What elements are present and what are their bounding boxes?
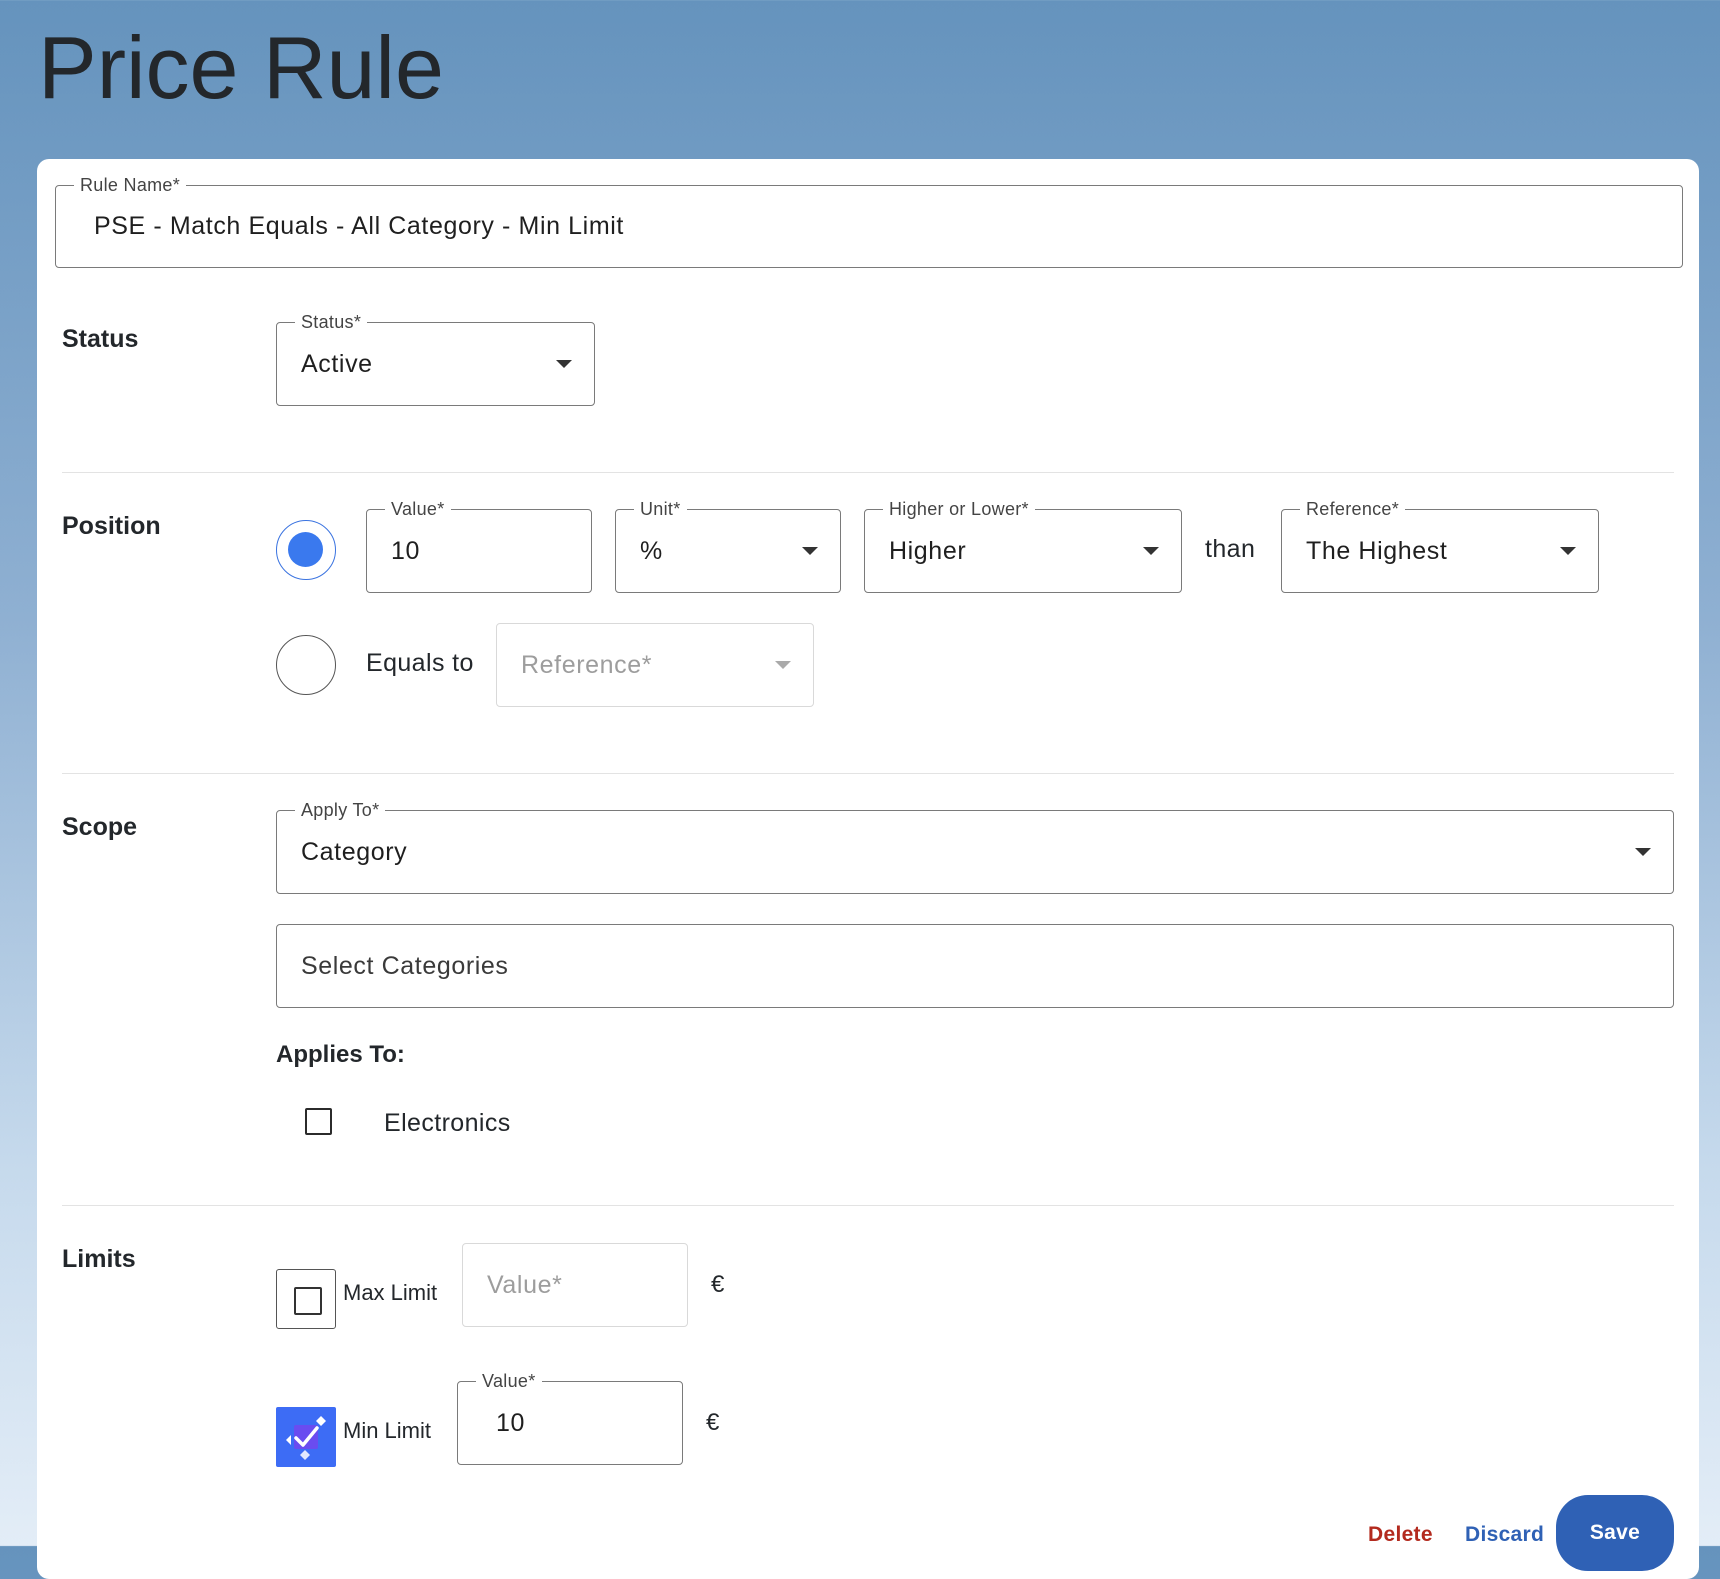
divider: [62, 1205, 1674, 1206]
price-rule-form: Rule Name* PSE - Match Equals - All Cate…: [37, 159, 1699, 1579]
min-limit-value: 10: [496, 1408, 526, 1437]
position-heading: Position: [62, 512, 161, 540]
reference-select-value: The Highest: [1306, 536, 1448, 565]
position-option-equals-radio[interactable]: [276, 635, 336, 695]
higher-lower-select[interactable]: Higher or Lower* Higher: [864, 498, 1182, 593]
max-limit-label: Max Limit: [343, 1280, 438, 1305]
chevron-down-icon: [775, 661, 791, 669]
position-value-input[interactable]: Value* 10: [366, 498, 592, 593]
equals-reference-placeholder: Reference*: [521, 650, 653, 679]
position-value-value: 10: [391, 536, 421, 565]
apply-to-value: Category: [301, 837, 408, 866]
save-button[interactable]: Save: [1556, 1495, 1674, 1571]
unit-select[interactable]: Unit* %: [615, 498, 841, 593]
discard-button[interactable]: Discard: [1465, 1523, 1544, 1547]
rule-name-value: PSE - Match Equals - All Category - Min …: [94, 212, 624, 240]
than-text: than: [1205, 535, 1256, 563]
max-limit-currency: €: [711, 1271, 725, 1298]
scope-heading: Scope: [62, 813, 138, 841]
reference-select[interactable]: Reference* The Highest: [1281, 498, 1599, 593]
min-limit-label: Min Limit: [343, 1418, 432, 1443]
equals-to-label: Equals to: [366, 649, 474, 677]
select-categories-placeholder: Select Categories: [301, 951, 509, 980]
rule-name-field[interactable]: Rule Name* PSE - Match Equals - All Cate…: [55, 174, 1683, 268]
page-title: Price Rule: [38, 18, 444, 117]
max-limit-checkbox[interactable]: [276, 1269, 336, 1329]
chevron-down-icon: [1635, 848, 1651, 856]
electronics-checkbox[interactable]: [305, 1108, 332, 1135]
chevron-down-icon: [802, 547, 818, 555]
limits-heading: Limits: [62, 1245, 136, 1273]
status-heading: Status: [62, 325, 139, 353]
position-option-value-radio[interactable]: [276, 520, 336, 580]
min-limit-currency: €: [706, 1409, 720, 1436]
save-button-label: Save: [1589, 1521, 1641, 1544]
status-select[interactable]: Status* Active: [276, 311, 595, 406]
divider: [62, 472, 1674, 473]
max-limit-value-input[interactable]: Value*: [462, 1243, 688, 1327]
apply-to-select[interactable]: Apply To* Category: [276, 799, 1674, 894]
equals-reference-select[interactable]: Reference*: [496, 623, 814, 707]
electronics-label: Electronics: [384, 1109, 511, 1137]
unit-select-value: %: [640, 536, 663, 565]
chevron-down-icon: [1143, 547, 1159, 555]
delete-button[interactable]: Delete: [1368, 1523, 1433, 1547]
chevron-down-icon: [1560, 547, 1576, 555]
chevron-down-icon: [556, 360, 572, 368]
divider: [62, 773, 1674, 774]
checkmark-icon: [286, 1416, 326, 1460]
max-limit-placeholder: Value*: [487, 1270, 563, 1299]
min-limit-checkbox[interactable]: [276, 1407, 336, 1467]
min-limit-value-input[interactable]: Value* 10: [457, 1370, 683, 1465]
status-select-value: Active: [301, 349, 373, 378]
applies-to-heading: Applies To:: [276, 1041, 405, 1068]
select-categories-input[interactable]: Select Categories: [276, 924, 1674, 1008]
higher-lower-value: Higher: [889, 536, 967, 565]
checkbox-unchecked-icon: [294, 1287, 322, 1315]
